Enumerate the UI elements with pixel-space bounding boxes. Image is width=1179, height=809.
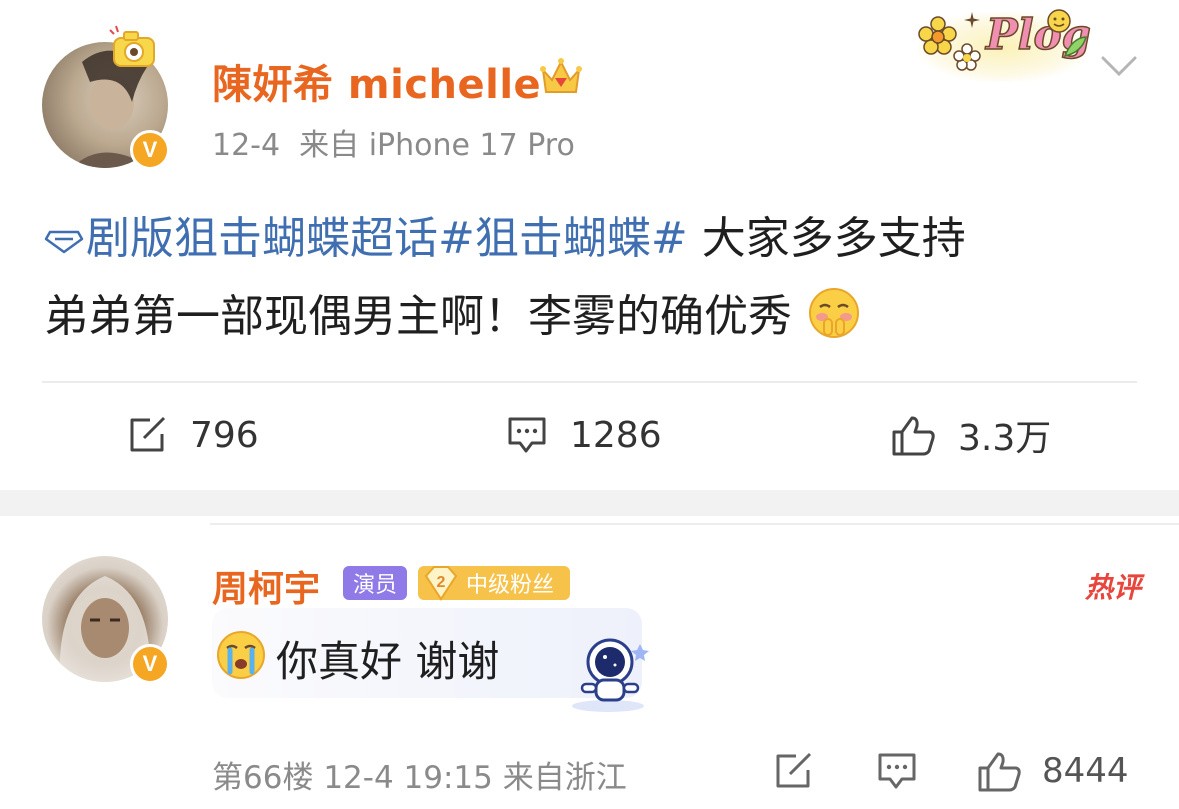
smiley-icon <box>1047 9 1071 33</box>
verified-badge: V <box>130 130 170 170</box>
astronaut-decoration-icon <box>572 638 649 712</box>
comment-meta: 第66楼 12-4 19:15 来自浙江 <box>212 752 627 797</box>
supertopic-link[interactable]: 剧版狙击蝴蝶超话 <box>86 213 438 264</box>
chevron-down-icon[interactable] <box>1101 54 1137 78</box>
comment-separator <box>210 523 1179 525</box>
crown-icon <box>540 58 582 93</box>
weibo-post: V 陳妍希 michelle 12-4 来自 iPhone 17 Pro Plo… <box>0 0 1179 490</box>
repost-button[interactable]: 796 <box>128 410 259 460</box>
actor-tag: 演员 <box>343 566 407 600</box>
emoji-shy-icon <box>809 288 859 338</box>
comment-location: 来自浙江 <box>502 760 627 796</box>
leaf-icon <box>1063 36 1087 58</box>
like-icon <box>978 752 1021 792</box>
sparkle-icon <box>964 12 980 28</box>
comment-reply-button[interactable] <box>876 748 918 794</box>
emoji-crying-icon <box>217 631 265 679</box>
camera-decoration-icon <box>109 25 155 67</box>
repost-icon <box>130 416 166 452</box>
comment-count: 1286 <box>570 414 662 456</box>
post-date: 12-4 <box>212 128 281 163</box>
post-meta: 12-4 来自 iPhone 17 Pro <box>212 120 575 164</box>
comment-like-count: 8444 <box>1042 751 1129 791</box>
plog-decoration: Plog <box>912 4 1092 84</box>
post-body-line-1: 剧版狙击蝴蝶超话#狙击蝴蝶# 大家多多支持 <box>44 200 1144 278</box>
post-text-part: 弟弟第一部现偶男主啊！李雾的确优秀 <box>44 291 792 342</box>
hashtag-link[interactable]: #狙击蝴蝶# <box>438 213 688 264</box>
comment-icon <box>508 417 546 453</box>
comment-icon <box>878 753 916 789</box>
diamond-icon <box>44 230 84 254</box>
post-body-line-2: 弟弟第一部现偶男主啊！李雾的确优秀 <box>44 278 1144 356</box>
like-count: 3.3万 <box>958 418 1052 459</box>
comment-repost-button[interactable] <box>774 748 814 794</box>
comment-text: 你真好 谢谢 <box>276 637 500 686</box>
verified-badge: V <box>130 644 170 684</box>
section-gap <box>0 490 1179 516</box>
comment-author-name[interactable]: 周柯宇 <box>212 560 320 612</box>
repost-icon <box>776 752 812 788</box>
like-button[interactable]: 3.3万 <box>890 410 1051 460</box>
fan-level-label: 中级粉丝 <box>466 573 555 598</box>
post-source: 来自 iPhone 17 Pro <box>299 128 575 163</box>
comment-datetime: 12-4 19:15 <box>323 760 493 796</box>
post-divider <box>42 381 1137 383</box>
comment-button[interactable]: 1286 <box>506 410 662 460</box>
comment-like-button[interactable]: 8444 <box>976 748 1129 794</box>
like-icon <box>892 416 935 456</box>
hot-comment-badge: 热评 <box>1084 571 1141 604</box>
fan-level-diamond-icon: 2 <box>424 566 458 601</box>
post-author-name[interactable]: 陳妍希 michelle <box>212 52 541 110</box>
post-text-part: 大家多多支持 <box>687 213 966 264</box>
post-body: 剧版狙击蝴蝶超话#狙击蝴蝶# 大家多多支持 弟弟第一部现偶男主啊！李雾的确优秀 <box>44 200 1144 356</box>
repost-count: 796 <box>190 414 259 456</box>
fan-level-number: 2 <box>437 574 446 591</box>
comment-floor: 第66楼 <box>212 760 314 796</box>
fan-level-tag: 2 中级粉丝 <box>418 566 570 601</box>
flower-icon <box>953 43 981 71</box>
